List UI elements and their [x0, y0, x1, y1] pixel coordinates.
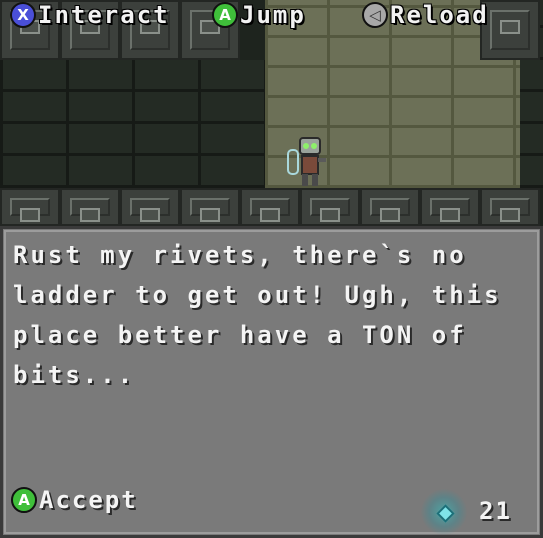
- a-button-icon: A: [212, 2, 238, 28]
- dialog-box: Rust my rivets, there`s no ladder to get…: [0, 226, 543, 538]
- bits-counter: 21: [417, 487, 537, 535]
- accept-button[interactable]: A Accept: [11, 486, 138, 514]
- bits-count: 21: [479, 497, 512, 525]
- game-world: [0, 0, 543, 226]
- jump-label: Jump: [240, 1, 306, 29]
- button-prompts-bar: X Interact A Jump ◁ Reload: [0, 0, 543, 30]
- jump-prompt: A Jump: [212, 0, 306, 30]
- interact-prompt: X Interact: [10, 0, 170, 30]
- a-button-icon: A: [11, 487, 37, 513]
- dark-brick-wall: [0, 60, 265, 188]
- reload-prompt: ◁ Reload: [362, 0, 489, 30]
- back-button-icon: ◁: [362, 2, 388, 28]
- x-button-icon: X: [10, 2, 36, 28]
- accept-label: Accept: [39, 486, 138, 514]
- robot-player-sprite: [287, 137, 326, 186]
- floor-machinery: [0, 188, 543, 226]
- reload-label: Reload: [390, 1, 489, 29]
- dialog-text: Rust my rivets, there`s no ladder to get…: [13, 241, 502, 389]
- interact-label: Interact: [38, 1, 170, 29]
